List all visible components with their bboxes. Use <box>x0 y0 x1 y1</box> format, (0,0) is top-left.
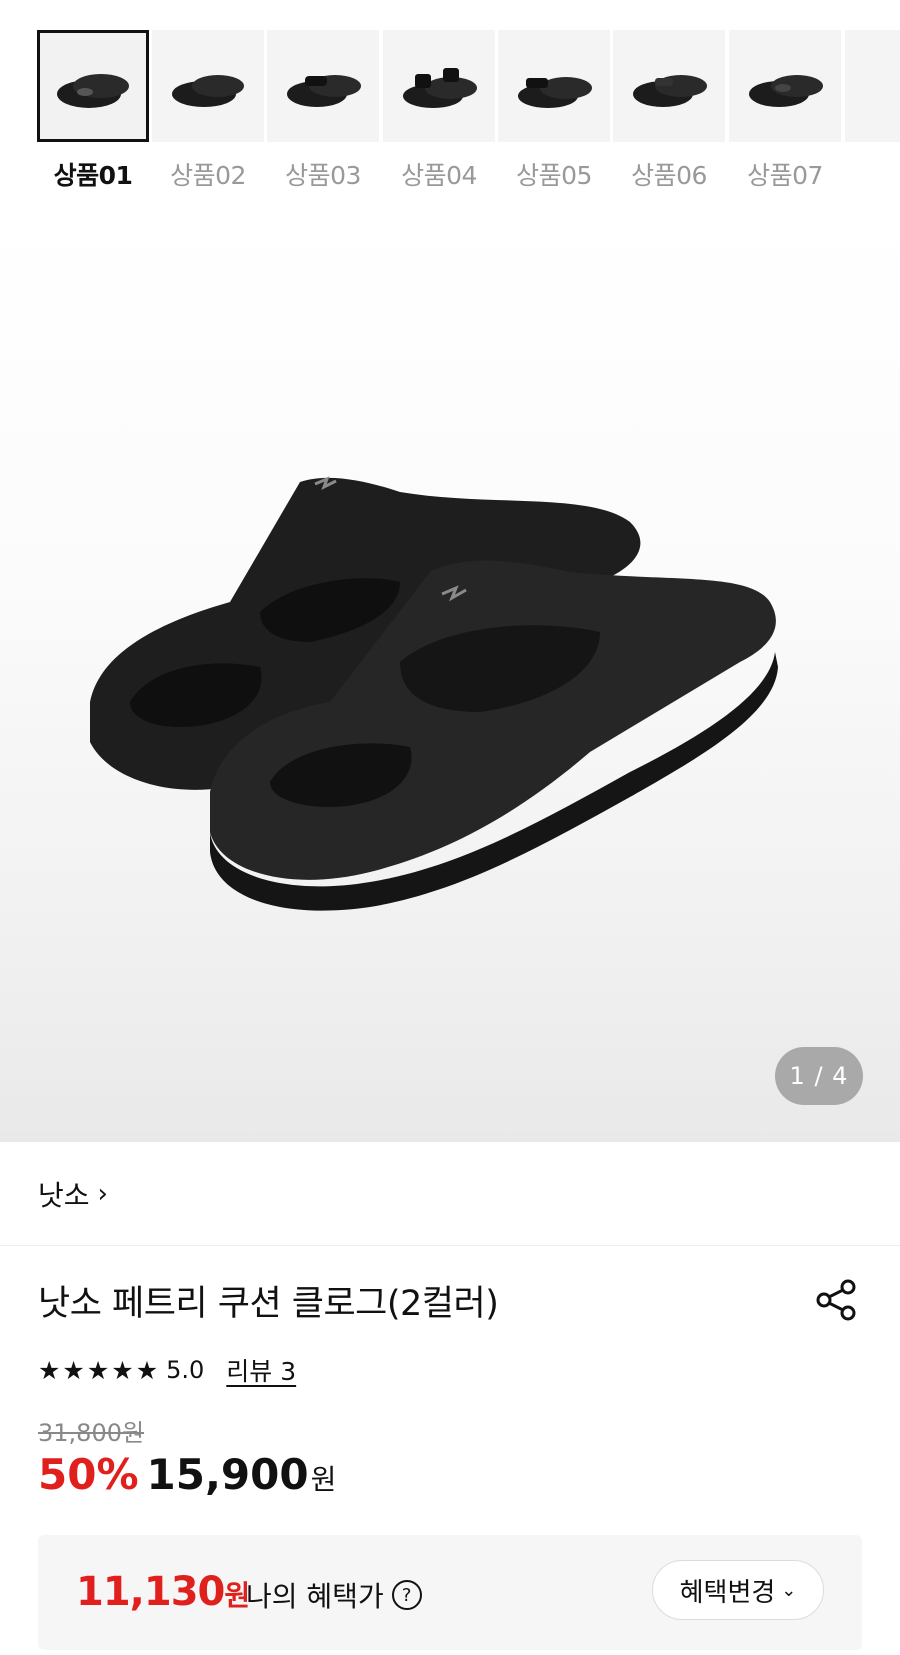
thumbnail-label[interactable]: 상품06 <box>613 156 725 192</box>
change-benefit-label[interactable]: 혜택변경 <box>680 1572 776 1609</box>
star-icon: ★ <box>135 1355 159 1385</box>
thumbnail-image[interactable] <box>37 30 149 142</box>
star-icon: ★ <box>111 1355 134 1385</box>
thumbnail-image[interactable] <box>729 30 841 142</box>
rating-row: ★ ★ ★ ★ ★ 5.0 리뷰 3 <box>38 1353 296 1387</box>
thumbnail-image[interactable] <box>152 30 264 142</box>
brand-name[interactable]: 낫소 <box>38 1174 90 1214</box>
rating-score: 5.0 <box>166 1356 205 1384</box>
thumbnail-image[interactable] <box>267 30 379 142</box>
price-unit: 원 <box>310 1463 337 1496</box>
star-icon: ★ <box>62 1355 85 1385</box>
thumbnail-label[interactable]: 상품07 <box>729 156 841 192</box>
thumbnail-item[interactable]: 상품07 <box>729 30 841 192</box>
thumbnail-item[interactable]: 상품01 <box>37 30 149 192</box>
thumbnail-image[interactable] <box>613 30 725 142</box>
thumbnail-label[interactable]: 상품04 <box>383 156 495 192</box>
benefit-price-value: 11,130 <box>76 1569 225 1615</box>
thumbnail-image[interactable] <box>845 30 900 142</box>
chevron-down-icon: ⌄ <box>781 1579 797 1601</box>
gallery-page-indicator: 1 / 4 <box>775 1047 863 1105</box>
product-image-gallery[interactable]: 1 / 4 <box>0 212 900 1142</box>
help-icon[interactable]: ? <box>391 1580 422 1610</box>
thumbnail-item[interactable]: 상품02 <box>152 30 264 192</box>
benefit-label-text: 나의 혜택가 <box>246 1580 384 1613</box>
benefit-price-box: 11,130원 나의 혜택가 ? 혜택변경 ⌄ <box>38 1535 862 1650</box>
thumbnail-label[interactable]: 상품02 <box>152 156 264 192</box>
thumbnail-item[interactable]: 상품03 <box>267 30 379 192</box>
review-count-link[interactable]: 리뷰 3 <box>226 1352 296 1388</box>
thumbnail-item[interactable]: 상품05 <box>498 30 610 192</box>
thumbnail-item[interactable]: 상품04 <box>383 30 495 192</box>
star-rating: ★ ★ ★ ★ ★ <box>38 1358 158 1383</box>
share-icon[interactable] <box>814 1278 858 1322</box>
brand-link[interactable]: 낫소 › <box>0 1142 900 1246</box>
star-icon: ★ <box>86 1355 110 1385</box>
thumbnail-label[interactable]: 상품01 <box>37 156 149 192</box>
sale-price-row: 50% 15,900 원 <box>38 1450 336 1499</box>
thumbnail-image[interactable] <box>498 30 610 142</box>
thumbnail-label[interactable]: 상품05 <box>498 156 610 192</box>
product-thumbnail-strip: 상품01 상품02 상품03 상품04 상품05 상품06 상품07 <box>0 0 900 212</box>
original-price: 31,800원 <box>38 1419 145 1447</box>
benefit-price: 11,130원 <box>76 1569 250 1615</box>
sale-price: 15,900 <box>146 1450 309 1499</box>
product-image <box>90 476 778 911</box>
thumbnail-image[interactable] <box>383 30 495 142</box>
thumbnail-item[interactable]: 상품06 <box>613 30 725 192</box>
change-benefit-button[interactable]: 혜택변경 ⌄ <box>652 1560 824 1620</box>
product-title: 낫소 페트리 쿠션 클로그(2컬러) <box>38 1284 499 1324</box>
discount-rate: 50% <box>38 1450 139 1499</box>
thumbnail-label[interactable]: 상품03 <box>267 156 379 192</box>
chevron-right-icon: › <box>97 1178 108 1209</box>
thumbnail-item-partial[interactable] <box>845 30 900 142</box>
benefit-label: 나의 혜택가 ? <box>246 1575 422 1615</box>
star-icon: ★ <box>38 1355 61 1385</box>
